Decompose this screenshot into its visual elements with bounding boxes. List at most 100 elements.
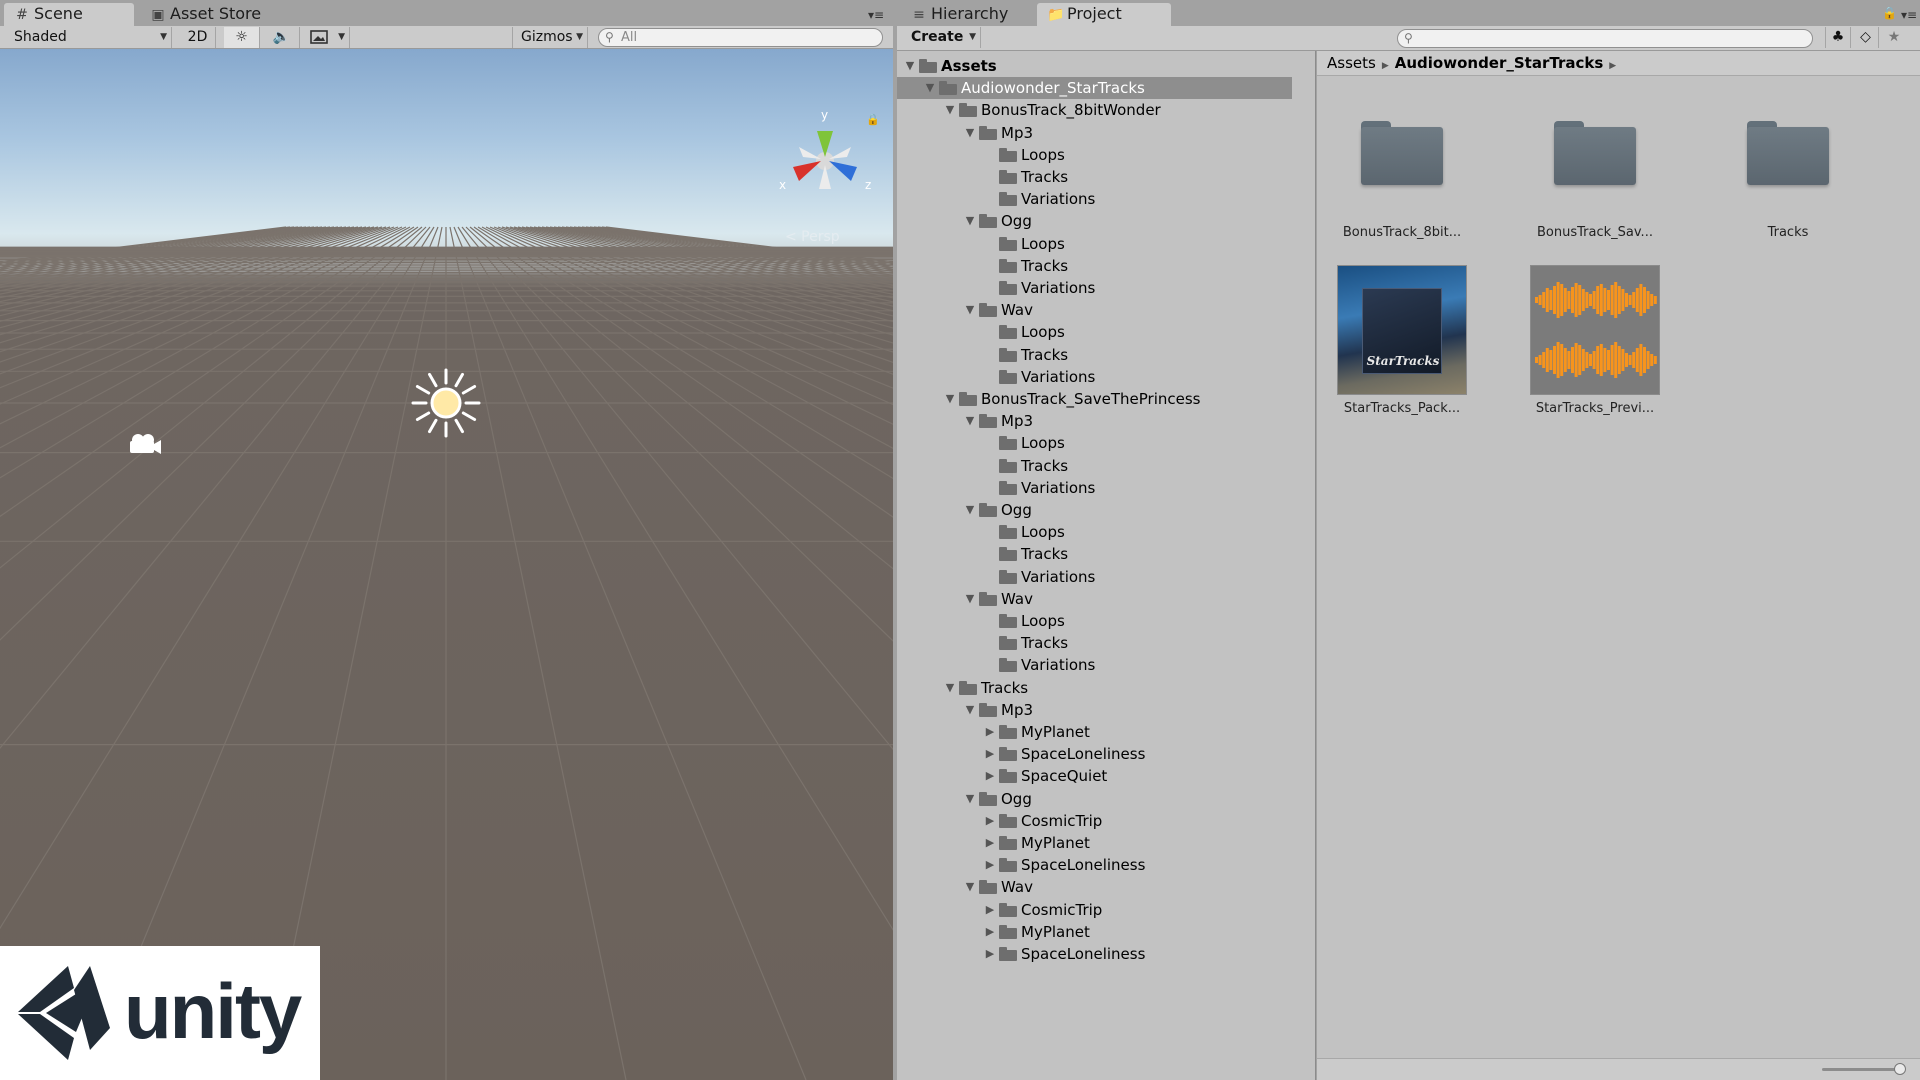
asset-image-startracks-pack[interactable]: StarTracks StarTracks_Pack... — [1327, 265, 1477, 425]
expand-arrow-icon[interactable]: ▼ — [963, 210, 977, 232]
tree-item[interactable]: ▶ MyPlanet — [897, 721, 1315, 743]
tab-project[interactable]: 📁 Project — [1037, 3, 1171, 26]
icon-size-slider[interactable] — [1822, 1063, 1906, 1075]
2d-toggle-button[interactable]: 2D — [180, 27, 216, 48]
tree-item[interactable]: Variations — [897, 277, 1315, 299]
shading-mode-dropdown[interactable]: Shaded ▼ — [4, 27, 172, 48]
expand-arrow-icon[interactable]: ▼ — [963, 122, 977, 144]
filter-by-label-button[interactable]: ◇ — [1853, 27, 1879, 48]
tree-item[interactable]: ▼ BonusTrack_SaveThePrincess — [897, 388, 1315, 410]
expand-arrow-icon[interactable]: ▼ — [963, 410, 977, 432]
tab-scene[interactable]: # Scene — [4, 3, 134, 26]
tree-item[interactable]: Tracks — [897, 543, 1315, 565]
tree-item[interactable]: Tracks — [897, 632, 1315, 654]
collapse-arrow-icon[interactable]: ▶ — [983, 832, 997, 854]
tab-asset-store[interactable]: ▣ Asset Store — [140, 3, 290, 26]
expand-arrow-icon[interactable]: ▼ — [963, 699, 977, 721]
tree-item[interactable]: Loops — [897, 432, 1315, 454]
expand-arrow-icon[interactable]: ▼ — [903, 55, 917, 77]
slider-knob[interactable] — [1894, 1063, 1906, 1075]
asset-browser[interactable]: Assets ▶ Audiowonder_StarTracks ▶ BonusTrac… — [1317, 51, 1920, 1080]
scene-viewport[interactable]: y x z 🔒 < Persp — [0, 49, 893, 1080]
collapse-arrow-icon[interactable]: ▶ — [983, 721, 997, 743]
gizmo-y-label: y — [821, 109, 828, 122]
create-dropdown[interactable]: Create ▼ — [901, 27, 981, 48]
expand-arrow-icon[interactable]: ▼ — [963, 876, 977, 898]
tree-item[interactable]: ▼ BonusTrack_8bitWonder — [897, 99, 1315, 121]
tree-item[interactable]: Variations — [897, 566, 1315, 588]
collapse-arrow-icon[interactable]: ▶ — [983, 810, 997, 832]
tree-item[interactable]: Variations — [897, 477, 1315, 499]
tree-item[interactable]: ▶ MyPlanet — [897, 832, 1315, 854]
directional-light-icon[interactable] — [408, 365, 484, 441]
tree-item[interactable]: ▼ Ogg — [897, 210, 1315, 232]
panel-menu-icon[interactable]: ▾≡ — [868, 8, 884, 22]
collapse-arrow-icon[interactable]: ▶ — [983, 921, 997, 943]
expand-arrow-icon[interactable]: ▼ — [963, 499, 977, 521]
tree-item[interactable]: ▶ CosmicTrip — [897, 899, 1315, 921]
breadcrumb-item-current[interactable]: Audiowonder_StarTracks — [1395, 54, 1604, 72]
orientation-gizmo[interactable]: y x z — [775, 109, 875, 209]
expand-arrow-icon[interactable]: ▼ — [943, 99, 957, 121]
expand-arrow-icon[interactable]: ▼ — [943, 388, 957, 410]
tree-item[interactable]: ▼ Wav — [897, 588, 1315, 610]
expand-arrow-icon[interactable]: ▼ — [963, 588, 977, 610]
audio-toggle-button[interactable]: 🔈 — [264, 27, 300, 48]
tree-item[interactable]: Variations — [897, 366, 1315, 388]
folder-icon — [979, 880, 997, 895]
tree-item[interactable]: ▶ SpaceLoneliness — [897, 743, 1315, 765]
collapse-arrow-icon[interactable]: ▶ — [983, 854, 997, 876]
folder-tree[interactable]: ▼ Assets ▼ Audiowonder_StarTracks ▼ BonusTrac… — [897, 51, 1316, 1080]
tree-item[interactable]: Tracks — [897, 255, 1315, 277]
tree-item[interactable]: ▼ Ogg — [897, 788, 1315, 810]
tree-item[interactable]: ▶ SpaceQuiet — [897, 765, 1315, 787]
project-search-input[interactable]: ⚲ — [1397, 29, 1813, 48]
tree-item[interactable]: ▼ Ogg — [897, 499, 1315, 521]
breadcrumb-item-assets[interactable]: Assets — [1327, 54, 1376, 72]
asset-audio-startracks-preview[interactable]: StarTracks_Previ... — [1520, 265, 1670, 425]
filter-by-type-button[interactable]: ♣ — [1825, 27, 1851, 48]
tree-item[interactable]: Variations — [897, 188, 1315, 210]
tree-item[interactable]: ▶ SpaceLoneliness — [897, 854, 1315, 876]
tree-item[interactable]: Loops — [897, 610, 1315, 632]
tree-item[interactable]: Tracks — [897, 344, 1315, 366]
favorites-button[interactable]: ★ — [1881, 27, 1907, 48]
tree-item[interactable]: ▼ Audiowonder_StarTracks — [897, 77, 1292, 100]
tree-item[interactable]: Loops — [897, 321, 1315, 343]
panel-menu-icon[interactable]: ▾≡ — [1901, 8, 1917, 22]
expand-arrow-icon[interactable]: ▼ — [963, 788, 977, 810]
collapse-arrow-icon[interactable]: ▶ — [983, 943, 997, 965]
tree-item[interactable]: Loops — [897, 521, 1315, 543]
tree-item[interactable]: ▼ Tracks — [897, 677, 1315, 699]
tree-item[interactable]: Tracks — [897, 455, 1315, 477]
effects-dropdown[interactable]: ▼ — [304, 27, 350, 48]
tree-item[interactable]: ▶ MyPlanet — [897, 921, 1315, 943]
lock-icon[interactable]: 🔒 — [1882, 6, 1897, 20]
expand-arrow-icon[interactable]: ▼ — [943, 677, 957, 699]
tree-item[interactable]: ▼ Mp3 — [897, 699, 1315, 721]
tree-item[interactable]: ▼ Mp3 — [897, 410, 1315, 432]
tree-item[interactable]: ▶ SpaceLoneliness — [897, 943, 1315, 965]
tree-item[interactable]: ▼ Wav — [897, 876, 1315, 898]
gizmos-dropdown[interactable]: Gizmos ▼ — [512, 27, 588, 48]
tree-item[interactable]: ▼ Mp3 — [897, 122, 1315, 144]
lighting-toggle-button[interactable]: ☼ — [224, 27, 260, 48]
tree-item[interactable]: Loops — [897, 233, 1315, 255]
persp-label[interactable]: < Persp — [785, 229, 840, 245]
tree-item[interactable]: ▶ CosmicTrip — [897, 810, 1315, 832]
tree-item[interactable]: ▼ Assets — [897, 55, 1315, 77]
tree-item[interactable]: Variations — [897, 654, 1315, 676]
camera-icon[interactable] — [124, 429, 164, 459]
asset-folder-tracks[interactable]: Tracks — [1713, 121, 1863, 296]
expand-arrow-icon[interactable]: ▼ — [963, 299, 977, 321]
lock-icon[interactable]: 🔒 — [866, 113, 880, 126]
tab-hierarchy[interactable]: ≡ Hierarchy — [901, 3, 1029, 26]
collapse-arrow-icon[interactable]: ▶ — [983, 743, 997, 765]
scene-search-input[interactable]: ⚲ All — [598, 28, 883, 47]
tree-item[interactable]: Tracks — [897, 166, 1315, 188]
collapse-arrow-icon[interactable]: ▶ — [983, 765, 997, 787]
tree-item[interactable]: Loops — [897, 144, 1315, 166]
collapse-arrow-icon[interactable]: ▶ — [983, 899, 997, 921]
expand-arrow-icon[interactable]: ▼ — [923, 77, 937, 99]
tree-item[interactable]: ▼ Wav — [897, 299, 1315, 321]
